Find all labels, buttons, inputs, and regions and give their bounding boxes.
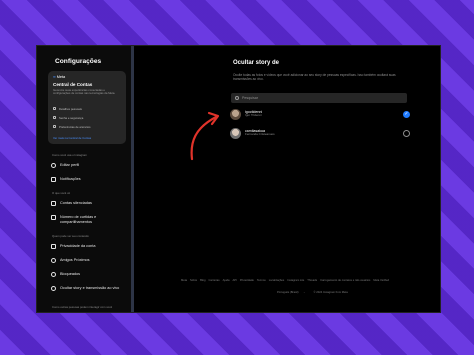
- annotation-arrow-icon: [190, 111, 220, 161]
